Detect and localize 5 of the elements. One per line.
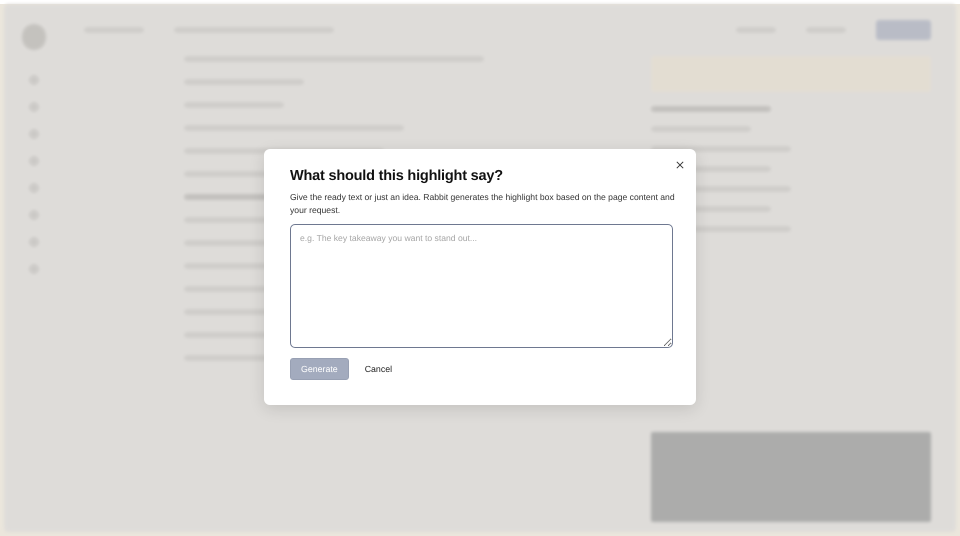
dialog-description: Give the ready text or just an idea. Rabbit generates the highlight box based on the page content and your request.: [290, 191, 675, 216]
input-field[interactable]: e.g. The key takeaway you want to stand out...: [290, 224, 673, 348]
dialog-title: What should this highlight say?: [290, 168, 504, 184]
cancel-button[interactable]: Cancel: [354, 358, 402, 380]
close-icon[interactable]: [676, 161, 684, 169]
